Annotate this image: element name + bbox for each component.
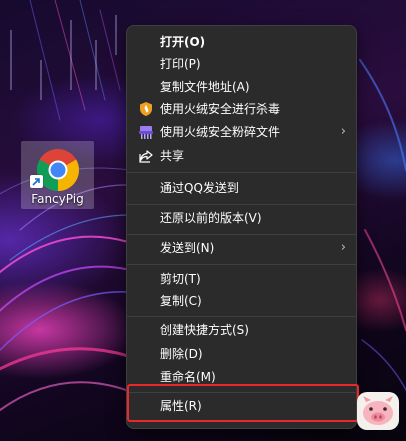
menu-item-label: 还原以前的版本(V) <box>160 211 262 225</box>
menu-item-label: 使用火绒安全粉碎文件 <box>160 125 281 139</box>
shredder-icon <box>139 126 153 139</box>
menu-item-label: 创建快捷方式(S) <box>160 323 249 337</box>
menu-item-create-shortcut[interactable]: 创建快捷方式(S) <box>131 319 352 341</box>
menu-item-huorong-scan[interactable]: 使用火绒安全进行杀毒 <box>131 98 352 120</box>
menu-item-label: 发送到(N) <box>160 241 215 255</box>
chevron-right-icon: › <box>340 124 346 139</box>
menu-item-cut[interactable]: 剪切(T) <box>131 268 352 290</box>
menu-separator <box>127 204 356 205</box>
shortcut-arrow-icon <box>30 175 43 188</box>
menu-item-restore-versions[interactable]: 还原以前的版本(V) <box>131 207 352 229</box>
menu-item-open[interactable]: 打开(O) <box>131 31 352 53</box>
menu-item-share[interactable]: 共享 <box>131 145 352 167</box>
menu-item-label: 剪切(T) <box>160 272 201 286</box>
menu-item-label: 复制(C) <box>160 294 202 308</box>
highlight-annotation-box <box>127 384 359 422</box>
menu-item-print[interactable]: 打印(P) <box>131 53 352 75</box>
menu-separator <box>127 234 356 235</box>
menu-item-delete[interactable]: 删除(D) <box>131 343 352 365</box>
menu-item-send-to[interactable]: 发送到(N) › <box>131 237 352 259</box>
context-menu: 打开(O) 打印(P) 复制文件地址(A) 使用火绒安全进行杀毒 使用火绒安全粉… <box>126 25 357 429</box>
menu-item-huorong-shred[interactable]: 使用火绒安全粉碎文件 › <box>131 121 352 143</box>
share-icon <box>139 150 153 163</box>
menu-separator <box>127 172 356 173</box>
menu-separator <box>127 264 356 265</box>
menu-item-label: 重命名(M) <box>160 370 216 384</box>
menu-item-label: 共享 <box>160 149 185 163</box>
desktop-shortcut-fancypig[interactable]: FancyPig <box>21 141 94 209</box>
menu-item-copy-path[interactable]: 复制文件地址(A) <box>131 76 352 98</box>
menu-item-copy[interactable]: 复制(C) <box>131 290 352 312</box>
menu-item-label: 复制文件地址(A) <box>160 80 250 94</box>
menu-item-label: 删除(D) <box>160 347 203 361</box>
menu-item-label: 打开(O) <box>160 35 206 49</box>
shortcut-label: FancyPig <box>31 192 84 206</box>
huorong-shield-icon <box>140 102 152 116</box>
menu-item-label: 通过QQ发送到 <box>160 181 239 195</box>
menu-item-label: 使用火绒安全进行杀毒 <box>160 102 281 116</box>
menu-item-label: 打印(P) <box>160 57 201 71</box>
menu-item-send-via-qq[interactable]: 通过QQ发送到 <box>131 177 352 199</box>
pig-logo-icon <box>357 392 399 430</box>
chevron-right-icon: › <box>340 240 346 255</box>
menu-separator <box>127 316 356 317</box>
